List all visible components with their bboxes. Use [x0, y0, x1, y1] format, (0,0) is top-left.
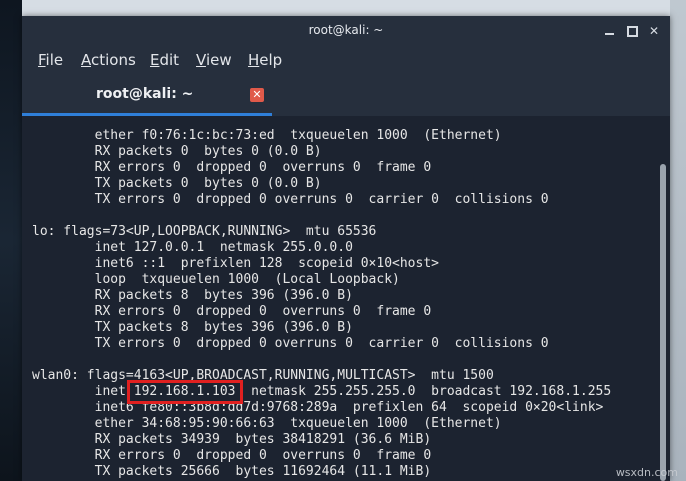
menu-actions-rest: ctions — [91, 51, 136, 69]
terminal-line: ether 34:68:95:90:66:63 txqueuelen 1000 … — [32, 416, 502, 431]
terminal-line: inet 192.168.1.103 netmask 255.255.255.0… — [32, 384, 612, 399]
menu-file-rest: ile — [45, 51, 64, 69]
terminal-line: RX errors 0 dropped 0 overruns 0 frame 0 — [32, 448, 432, 463]
tab-root-kali[interactable]: root@kali: ~ ✕ — [22, 76, 274, 116]
minimize-icon — [605, 33, 614, 35]
terminal-line: TX packets 0 bytes 0 (0.0 B) — [32, 176, 322, 191]
scrollbar-thumb[interactable] — [660, 164, 666, 481]
terminal-line: RX packets 34939 bytes 38418291 (36.6 Mi… — [32, 432, 432, 447]
minimize-button[interactable] — [602, 23, 618, 39]
terminal-line: TX errors 0 dropped 0 overruns 0 carrier… — [32, 192, 549, 207]
menu-actions-mnemonic: A — [81, 51, 91, 69]
terminal-line: RX errors 0 dropped 0 overruns 0 frame 0 — [32, 160, 432, 175]
menu-help-mnemonic: H — [248, 51, 260, 69]
scrollbar[interactable] — [656, 116, 670, 481]
menu-help[interactable]: Help — [248, 51, 282, 69]
watermark: wsxdn.com — [615, 466, 678, 479]
close-icon: ✕ — [648, 24, 660, 38]
terminal-line: RX packets 0 bytes 0 (0.0 B) — [32, 144, 322, 159]
terminal-line: TX packets 25666 bytes 11692464 (11.1 Mi… — [32, 464, 432, 479]
close-button[interactable]: ✕ — [646, 23, 662, 39]
terminal-line: RX errors 0 dropped 0 overruns 0 frame 0 — [32, 304, 432, 319]
menu-edit-rest: dit — [159, 51, 180, 69]
menu-view-mnemonic: V — [196, 51, 206, 69]
terminal-line: wlan0: flags=4163<UP,BROADCAST,RUNNING,M… — [32, 368, 494, 383]
title-bar[interactable]: root@kali: ~ ✕ — [22, 16, 670, 46]
tab-close-icon[interactable]: ✕ — [250, 88, 264, 102]
terminal-line: TX errors 0 dropped 0 overruns 0 carrier… — [32, 336, 549, 351]
menu-bar: File Actions Edit View Help — [22, 46, 670, 76]
terminal-line: lo: flags=73<UP,LOOPBACK,RUNNING> mtu 65… — [32, 224, 377, 239]
terminal-line: RX packets 8 bytes 396 (396.0 B) — [32, 288, 353, 303]
menu-file-mnemonic: F — [38, 51, 46, 69]
desktop-background — [0, 0, 22, 481]
menu-actions[interactable]: Actions — [81, 51, 136, 69]
maximize-button[interactable] — [624, 23, 640, 39]
terminal-line: inet6 ::1 prefixlen 128 scopeid 0×10<hos… — [32, 256, 439, 271]
menu-view-rest: iew — [205, 51, 232, 69]
window-title: root@kali: ~ — [308, 23, 384, 37]
terminal-output[interactable]: ether f0:76:1c:bc:73:ed txqueuelen 1000 … — [22, 116, 656, 481]
terminal-line: loop txqueuelen 1000 (Local Loopback) — [32, 272, 400, 287]
ip-address-highlight — [126, 380, 243, 404]
maximize-icon — [627, 26, 638, 37]
terminal-window: root@kali: ~ ✕ File Actions Edit View He… — [22, 16, 670, 481]
terminal-line: inet 127.0.0.1 netmask 255.0.0.0 — [32, 240, 353, 255]
tab-label: root@kali: ~ — [96, 86, 194, 102]
tab-bar: root@kali: ~ ✕ — [22, 76, 670, 116]
terminal-line: TX packets 8 bytes 396 (396.0 B) — [32, 320, 353, 335]
desktop-background-right — [670, 0, 686, 481]
terminal-line: inet6 fe80::3b8d:dd7d:9768:289a prefixle… — [32, 400, 604, 415]
menu-help-rest: elp — [259, 51, 283, 69]
menu-file[interactable]: File — [38, 51, 63, 69]
terminal-line: ether f0:76:1c:bc:73:ed txqueuelen 1000 … — [32, 128, 502, 143]
menu-edit[interactable]: Edit — [150, 51, 179, 69]
menu-view[interactable]: View — [196, 51, 232, 69]
